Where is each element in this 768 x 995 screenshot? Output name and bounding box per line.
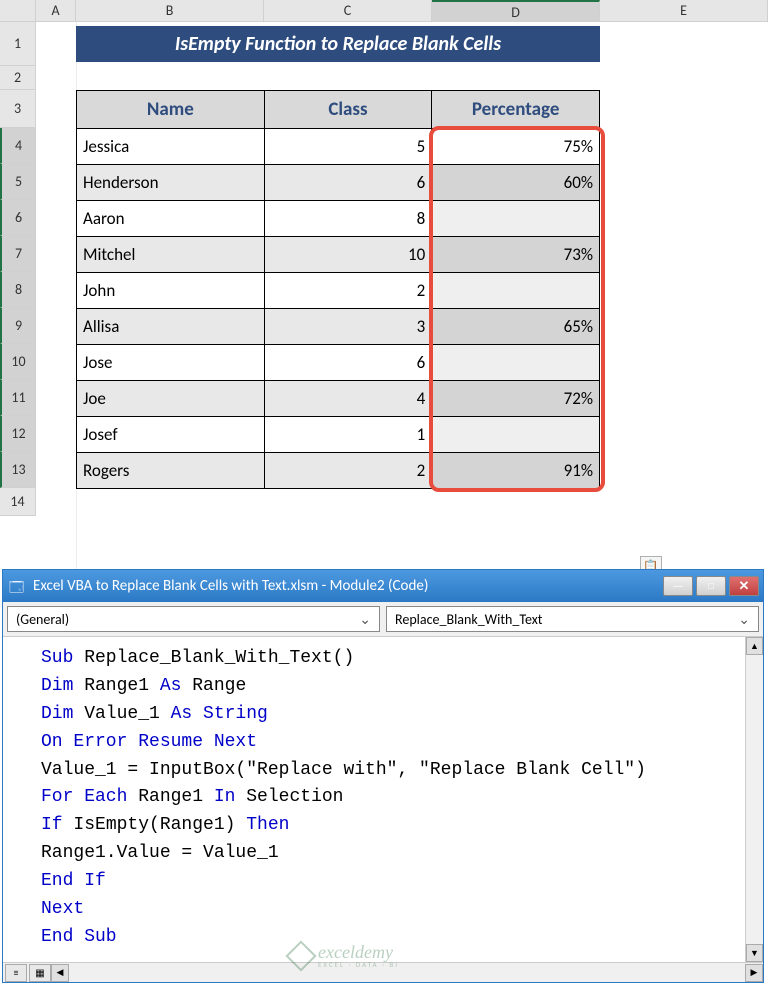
cell-class[interactable]: 5 (264, 129, 432, 165)
row-header-13[interactable]: 13 (0, 452, 36, 488)
scroll-track[interactable] (746, 655, 763, 944)
row-header-7[interactable]: 7 (0, 236, 36, 272)
cell-name[interactable]: Josef (77, 417, 265, 453)
row-header-6[interactable]: 6 (0, 200, 36, 236)
cell-class[interactable]: 3 (264, 309, 432, 345)
title-banner: IsEmpty Function to Replace Blank Cells (76, 26, 600, 62)
table-row: Mitchel1073% (77, 237, 600, 273)
maximize-button[interactable]: □ (696, 576, 726, 596)
cell-name[interactable]: Henderson (77, 165, 265, 201)
cell-pct[interactable] (432, 417, 600, 453)
row-header-9[interactable]: 9 (0, 308, 36, 344)
excel-grid: A B C D E 1 2 3 4 5 6 7 8 9 10 11 12 13 … (0, 0, 768, 570)
cells-area[interactable]: IsEmpty Function to Replace Blank Cells … (36, 22, 768, 516)
col-header-D[interactable]: D (432, 0, 600, 21)
scroll-right-button[interactable]: ▶ (745, 964, 763, 982)
col-header-C[interactable]: C (264, 0, 432, 21)
cell-name[interactable]: John (77, 273, 265, 309)
vba-window-title: Excel VBA to Replace Blank Cells with Te… (33, 577, 663, 595)
cell-pct[interactable] (432, 201, 600, 237)
table-row: Allisa365% (77, 309, 600, 345)
select-all-corner[interactable] (0, 0, 36, 21)
cell-pct[interactable]: 60% (432, 165, 600, 201)
row-header-11[interactable]: 11 (0, 380, 36, 416)
procedure-dropdown-value: Replace_Blank_With_Text (395, 611, 543, 628)
code-editor[interactable]: Sub Replace_Blank_With_Text() Dim Range1… (3, 637, 745, 962)
row-header-14[interactable]: 14 (0, 488, 36, 516)
object-dropdown[interactable]: (General) (7, 606, 380, 632)
cell-class[interactable]: 1 (264, 417, 432, 453)
cell-name[interactable]: Rogers (77, 453, 265, 489)
row-header-8[interactable]: 8 (0, 272, 36, 308)
scroll-up-button[interactable]: ▲ (746, 637, 763, 655)
row-header-10[interactable]: 10 (0, 344, 36, 380)
row-header-2[interactable]: 2 (0, 66, 36, 90)
cell-class[interactable]: 2 (264, 273, 432, 309)
cell-class[interactable]: 6 (264, 165, 432, 201)
cell-pct[interactable]: 91% (432, 453, 600, 489)
header-class[interactable]: Class (264, 91, 432, 129)
vba-titlebar[interactable]: 🗔 Excel VBA to Replace Blank Cells with … (3, 570, 763, 602)
row-headers: 1 2 3 4 5 6 7 8 9 10 11 12 13 14 (0, 22, 36, 516)
scroll-left-button[interactable]: ◀ (51, 964, 69, 982)
data-table: Name Class Percentage Jessica575% Hender… (76, 90, 600, 489)
table-row: Rogers291% (77, 453, 600, 489)
cell-pct[interactable] (432, 273, 600, 309)
table-row: Joe472% (77, 381, 600, 417)
cell-pct[interactable]: 75% (432, 129, 600, 165)
table-row: Josef1 (77, 417, 600, 453)
cell-class[interactable]: 6 (264, 345, 432, 381)
cell-name[interactable]: Jessica (77, 129, 265, 165)
table-row: Jessica575% (77, 129, 600, 165)
row-header-4[interactable]: 4 (0, 128, 36, 164)
cell-pct[interactable]: 65% (432, 309, 600, 345)
cell-pct[interactable] (432, 345, 600, 381)
cell-class[interactable]: 2 (264, 453, 432, 489)
col-header-B[interactable]: B (76, 0, 264, 21)
header-percentage[interactable]: Percentage (432, 91, 600, 129)
cell-pct[interactable]: 72% (432, 381, 600, 417)
table-row: Jose6 (77, 345, 600, 381)
minimize-button[interactable]: — (663, 576, 693, 596)
table-row: Aaron8 (77, 201, 600, 237)
row-header-12[interactable]: 12 (0, 416, 36, 452)
cell-pct[interactable]: 73% (432, 237, 600, 273)
vba-bottom-bar: ≡ ▦ ◀ ▶ (3, 962, 763, 982)
cell-class[interactable]: 4 (264, 381, 432, 417)
cell-name[interactable]: Allisa (77, 309, 265, 345)
close-button[interactable]: ✕ (729, 576, 759, 596)
column-headers-row: A B C D E (0, 0, 768, 22)
cell-name[interactable]: Aaron (77, 201, 265, 237)
vba-module-icon: 🗔 (9, 577, 27, 595)
table-row: Henderson660% (77, 165, 600, 201)
cell-name[interactable]: Joe (77, 381, 265, 417)
cell-class[interactable]: 10 (264, 237, 432, 273)
header-name[interactable]: Name (77, 91, 265, 129)
table-row: John2 (77, 273, 600, 309)
cell-class[interactable]: 8 (264, 201, 432, 237)
col-header-A[interactable]: A (36, 0, 76, 21)
cell-name[interactable]: Jose (77, 345, 265, 381)
vba-editor-window: 🗔 Excel VBA to Replace Blank Cells with … (2, 569, 764, 983)
procedure-view-button[interactable]: ≡ (5, 964, 27, 982)
col-header-E[interactable]: E (600, 0, 768, 21)
object-dropdown-value: (General) (16, 611, 69, 628)
full-module-view-button[interactable]: ▦ (29, 964, 51, 982)
procedure-dropdown[interactable]: Replace_Blank_With_Text (386, 606, 759, 632)
cell-name[interactable]: Mitchel (77, 237, 265, 273)
vertical-scrollbar[interactable]: ▲ ▼ (745, 637, 763, 962)
row-header-3[interactable]: 3 (0, 90, 36, 128)
scroll-down-button[interactable]: ▼ (746, 944, 763, 962)
row-header-5[interactable]: 5 (0, 164, 36, 200)
row-header-1[interactable]: 1 (0, 22, 36, 66)
